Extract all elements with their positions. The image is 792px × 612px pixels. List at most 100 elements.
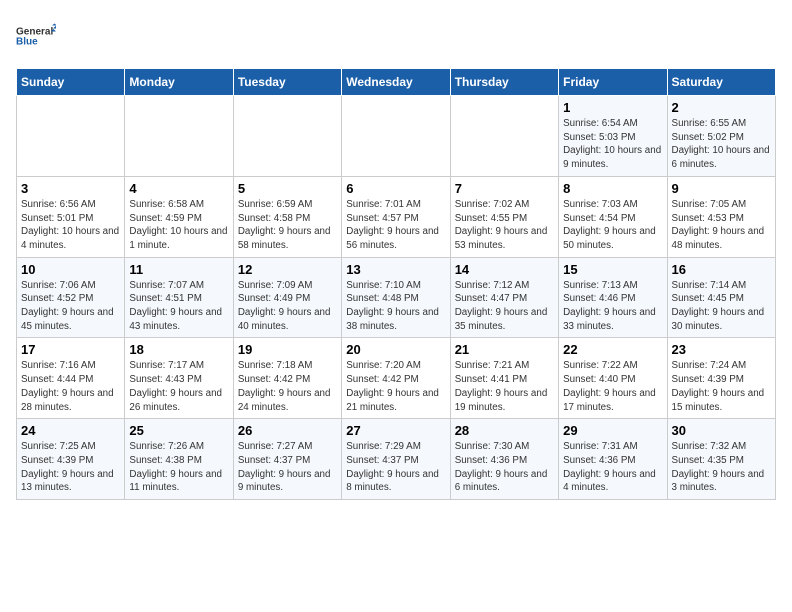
calendar-cell: 11 Sunrise: 7:07 AM Sunset: 4:51 PM Dayli…: [125, 257, 233, 338]
day-info: Sunrise: 7:01 AM Sunset: 4:57 PM Dayligh…: [346, 198, 445, 253]
day-number: 3: [21, 181, 120, 196]
day-number: 20: [346, 342, 445, 357]
day-number: 7: [455, 181, 554, 196]
day-info: Sunrise: 7:26 AM Sunset: 4:38 PM Dayligh…: [129, 440, 228, 495]
calendar-cell: [342, 96, 450, 177]
day-number: 4: [129, 181, 228, 196]
calendar-cell: 27 Sunrise: 7:29 AM Sunset: 4:37 PM Dayli…: [342, 419, 450, 500]
weekday-header-friday: Friday: [559, 69, 667, 96]
calendar-cell: 6 Sunrise: 7:01 AM Sunset: 4:57 PM Daylig…: [342, 176, 450, 257]
calendar-week-row: 24Sunrise: 7:25 AM Sunset: 4:39 PM Dayli…: [17, 419, 776, 500]
day-number: 13: [346, 262, 445, 277]
calendar-cell: 14Sunrise: 7:12 AM Sunset: 4:47 PM Dayli…: [450, 257, 558, 338]
calendar-cell: 23 Sunrise: 7:24 AM Sunset: 4:39 PM Dayli…: [667, 338, 775, 419]
day-number: 17: [21, 342, 120, 357]
day-number: 8: [563, 181, 662, 196]
weekday-header-row: SundayMondayTuesdayWednesdayThursdayFrid…: [17, 69, 776, 96]
day-number: 14: [455, 262, 554, 277]
day-info: Sunrise: 7:27 AM Sunset: 4:37 PM Dayligh…: [238, 440, 337, 495]
day-info: Sunrise: 6:55 AM Sunset: 5:02 PM Dayligh…: [672, 117, 771, 172]
day-info: Sunrise: 7:02 AM Sunset: 4:55 PM Dayligh…: [455, 198, 554, 253]
calendar-cell: 17 Sunrise: 7:16 AM Sunset: 4:44 PM Dayli…: [17, 338, 125, 419]
calendar-cell: 30 Sunrise: 7:32 AM Sunset: 4:35 PM Dayli…: [667, 419, 775, 500]
day-info: Sunrise: 6:59 AM Sunset: 4:58 PM Dayligh…: [238, 198, 337, 253]
day-number: 26: [238, 423, 337, 438]
calendar-cell: 18 Sunrise: 7:17 AM Sunset: 4:43 PM Dayli…: [125, 338, 233, 419]
day-number: 23: [672, 342, 771, 357]
day-info: Sunrise: 6:58 AM Sunset: 4:59 PM Dayligh…: [129, 198, 228, 253]
day-info: Sunrise: 7:17 AM Sunset: 4:43 PM Dayligh…: [129, 359, 228, 414]
calendar-cell: 25 Sunrise: 7:26 AM Sunset: 4:38 PM Dayli…: [125, 419, 233, 500]
day-info: Sunrise: 7:25 AM Sunset: 4:39 PM Dayligh…: [21, 440, 120, 495]
logo-svg: General Blue: [16, 16, 56, 56]
day-number: 2: [672, 100, 771, 115]
day-info: Sunrise: 7:29 AM Sunset: 4:37 PM Dayligh…: [346, 440, 445, 495]
weekday-header-monday: Monday: [125, 69, 233, 96]
day-number: 9: [672, 181, 771, 196]
calendar-cell: 22 Sunrise: 7:22 AM Sunset: 4:40 PM Dayli…: [559, 338, 667, 419]
day-info: Sunrise: 7:14 AM Sunset: 4:45 PM Dayligh…: [672, 279, 771, 334]
day-number: 10: [21, 262, 120, 277]
day-number: 11: [129, 262, 228, 277]
day-number: 28: [455, 423, 554, 438]
calendar-week-row: 1 Sunrise: 6:54 AM Sunset: 5:03 PM Daylig…: [17, 96, 776, 177]
day-info: Sunrise: 6:54 AM Sunset: 5:03 PM Dayligh…: [563, 117, 662, 172]
calendar-cell: 2 Sunrise: 6:55 AM Sunset: 5:02 PM Daylig…: [667, 96, 775, 177]
calendar-cell: 29 Sunrise: 7:31 AM Sunset: 4:36 PM Dayli…: [559, 419, 667, 500]
day-info: Sunrise: 7:21 AM Sunset: 4:41 PM Dayligh…: [455, 359, 554, 414]
day-number: 29: [563, 423, 662, 438]
calendar-cell: 8Sunrise: 7:03 AM Sunset: 4:54 PM Daylig…: [559, 176, 667, 257]
logo: General Blue: [16, 16, 56, 56]
calendar-cell: 19 Sunrise: 7:18 AM Sunset: 4:42 PM Dayli…: [233, 338, 341, 419]
day-info: Sunrise: 7:32 AM Sunset: 4:35 PM Dayligh…: [672, 440, 771, 495]
calendar-cell: 24Sunrise: 7:25 AM Sunset: 4:39 PM Dayli…: [17, 419, 125, 500]
calendar-cell: 9Sunrise: 7:05 AM Sunset: 4:53 PM Daylig…: [667, 176, 775, 257]
calendar-cell: 5Sunrise: 6:59 AM Sunset: 4:58 PM Daylig…: [233, 176, 341, 257]
calendar-cell: 4 Sunrise: 6:58 AM Sunset: 4:59 PM Daylig…: [125, 176, 233, 257]
weekday-header-sunday: Sunday: [17, 69, 125, 96]
day-number: 18: [129, 342, 228, 357]
day-number: 30: [672, 423, 771, 438]
day-number: 25: [129, 423, 228, 438]
calendar-cell: 12 Sunrise: 7:09 AM Sunset: 4:49 PM Dayli…: [233, 257, 341, 338]
day-info: Sunrise: 6:56 AM Sunset: 5:01 PM Dayligh…: [21, 198, 120, 253]
calendar-week-row: 17 Sunrise: 7:16 AM Sunset: 4:44 PM Dayli…: [17, 338, 776, 419]
calendar-cell: 20 Sunrise: 7:20 AM Sunset: 4:42 PM Dayli…: [342, 338, 450, 419]
day-info: Sunrise: 7:10 AM Sunset: 4:48 PM Dayligh…: [346, 279, 445, 334]
calendar-week-row: 10Sunrise: 7:06 AM Sunset: 4:52 PM Dayli…: [17, 257, 776, 338]
weekday-header-saturday: Saturday: [667, 69, 775, 96]
calendar-cell: [233, 96, 341, 177]
day-number: 15: [563, 262, 662, 277]
calendar-cell: 26 Sunrise: 7:27 AM Sunset: 4:37 PM Dayli…: [233, 419, 341, 500]
day-number: 6: [346, 181, 445, 196]
day-number: 27: [346, 423, 445, 438]
calendar-cell: 15 Sunrise: 7:13 AM Sunset: 4:46 PM Dayli…: [559, 257, 667, 338]
day-number: 19: [238, 342, 337, 357]
day-info: Sunrise: 7:13 AM Sunset: 4:46 PM Dayligh…: [563, 279, 662, 334]
day-info: Sunrise: 7:18 AM Sunset: 4:42 PM Dayligh…: [238, 359, 337, 414]
day-number: 21: [455, 342, 554, 357]
calendar-cell: 10Sunrise: 7:06 AM Sunset: 4:52 PM Dayli…: [17, 257, 125, 338]
day-info: Sunrise: 7:30 AM Sunset: 4:36 PM Dayligh…: [455, 440, 554, 495]
day-info: Sunrise: 7:22 AM Sunset: 4:40 PM Dayligh…: [563, 359, 662, 414]
calendar-cell: 21 Sunrise: 7:21 AM Sunset: 4:41 PM Dayli…: [450, 338, 558, 419]
calendar-cell: 28 Sunrise: 7:30 AM Sunset: 4:36 PM Dayli…: [450, 419, 558, 500]
calendar-cell: 1 Sunrise: 6:54 AM Sunset: 5:03 PM Daylig…: [559, 96, 667, 177]
calendar-cell: 7 Sunrise: 7:02 AM Sunset: 4:55 PM Daylig…: [450, 176, 558, 257]
calendar-cell: [17, 96, 125, 177]
day-number: 12: [238, 262, 337, 277]
calendar-week-row: 3 Sunrise: 6:56 AM Sunset: 5:01 PM Daylig…: [17, 176, 776, 257]
day-info: Sunrise: 7:31 AM Sunset: 4:36 PM Dayligh…: [563, 440, 662, 495]
day-info: Sunrise: 7:24 AM Sunset: 4:39 PM Dayligh…: [672, 359, 771, 414]
calendar-cell: [450, 96, 558, 177]
day-number: 16: [672, 262, 771, 277]
weekday-header-tuesday: Tuesday: [233, 69, 341, 96]
svg-text:General: General: [16, 27, 53, 38]
day-info: Sunrise: 7:09 AM Sunset: 4:49 PM Dayligh…: [238, 279, 337, 334]
day-number: 22: [563, 342, 662, 357]
day-info: Sunrise: 7:16 AM Sunset: 4:44 PM Dayligh…: [21, 359, 120, 414]
day-number: 1: [563, 100, 662, 115]
day-info: Sunrise: 7:20 AM Sunset: 4:42 PM Dayligh…: [346, 359, 445, 414]
calendar-table: SundayMondayTuesdayWednesdayThursdayFrid…: [16, 68, 776, 500]
day-info: Sunrise: 7:07 AM Sunset: 4:51 PM Dayligh…: [129, 279, 228, 334]
